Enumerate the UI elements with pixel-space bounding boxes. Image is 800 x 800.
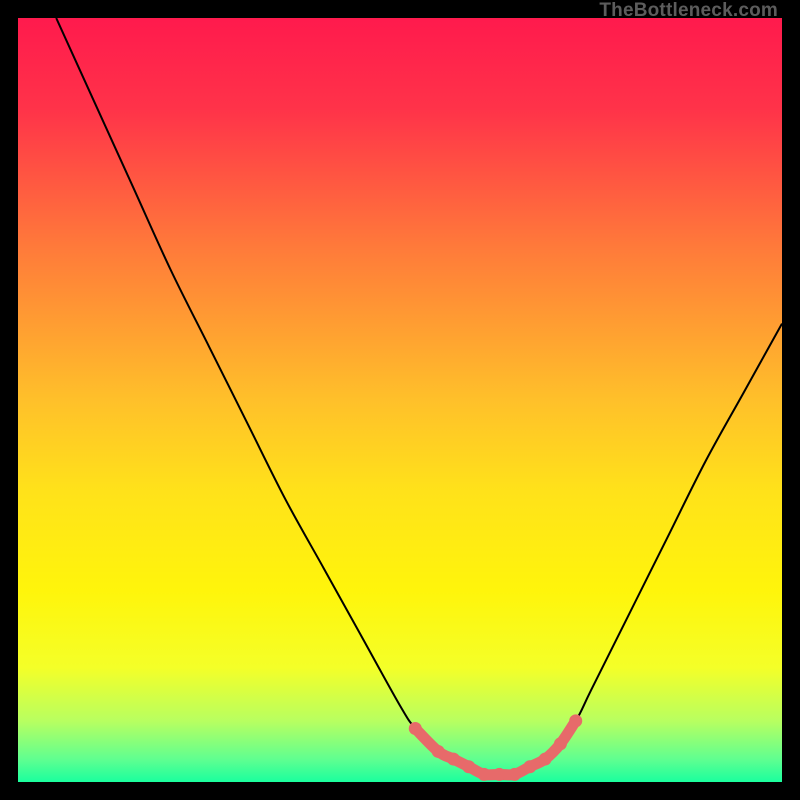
optimal-zone-markers [409,714,582,780]
chart-plot-area [18,18,782,782]
bottleneck-curve [56,18,782,775]
watermark-text: TheBottleneck.com [599,0,778,22]
chart-curve-layer [18,18,782,782]
